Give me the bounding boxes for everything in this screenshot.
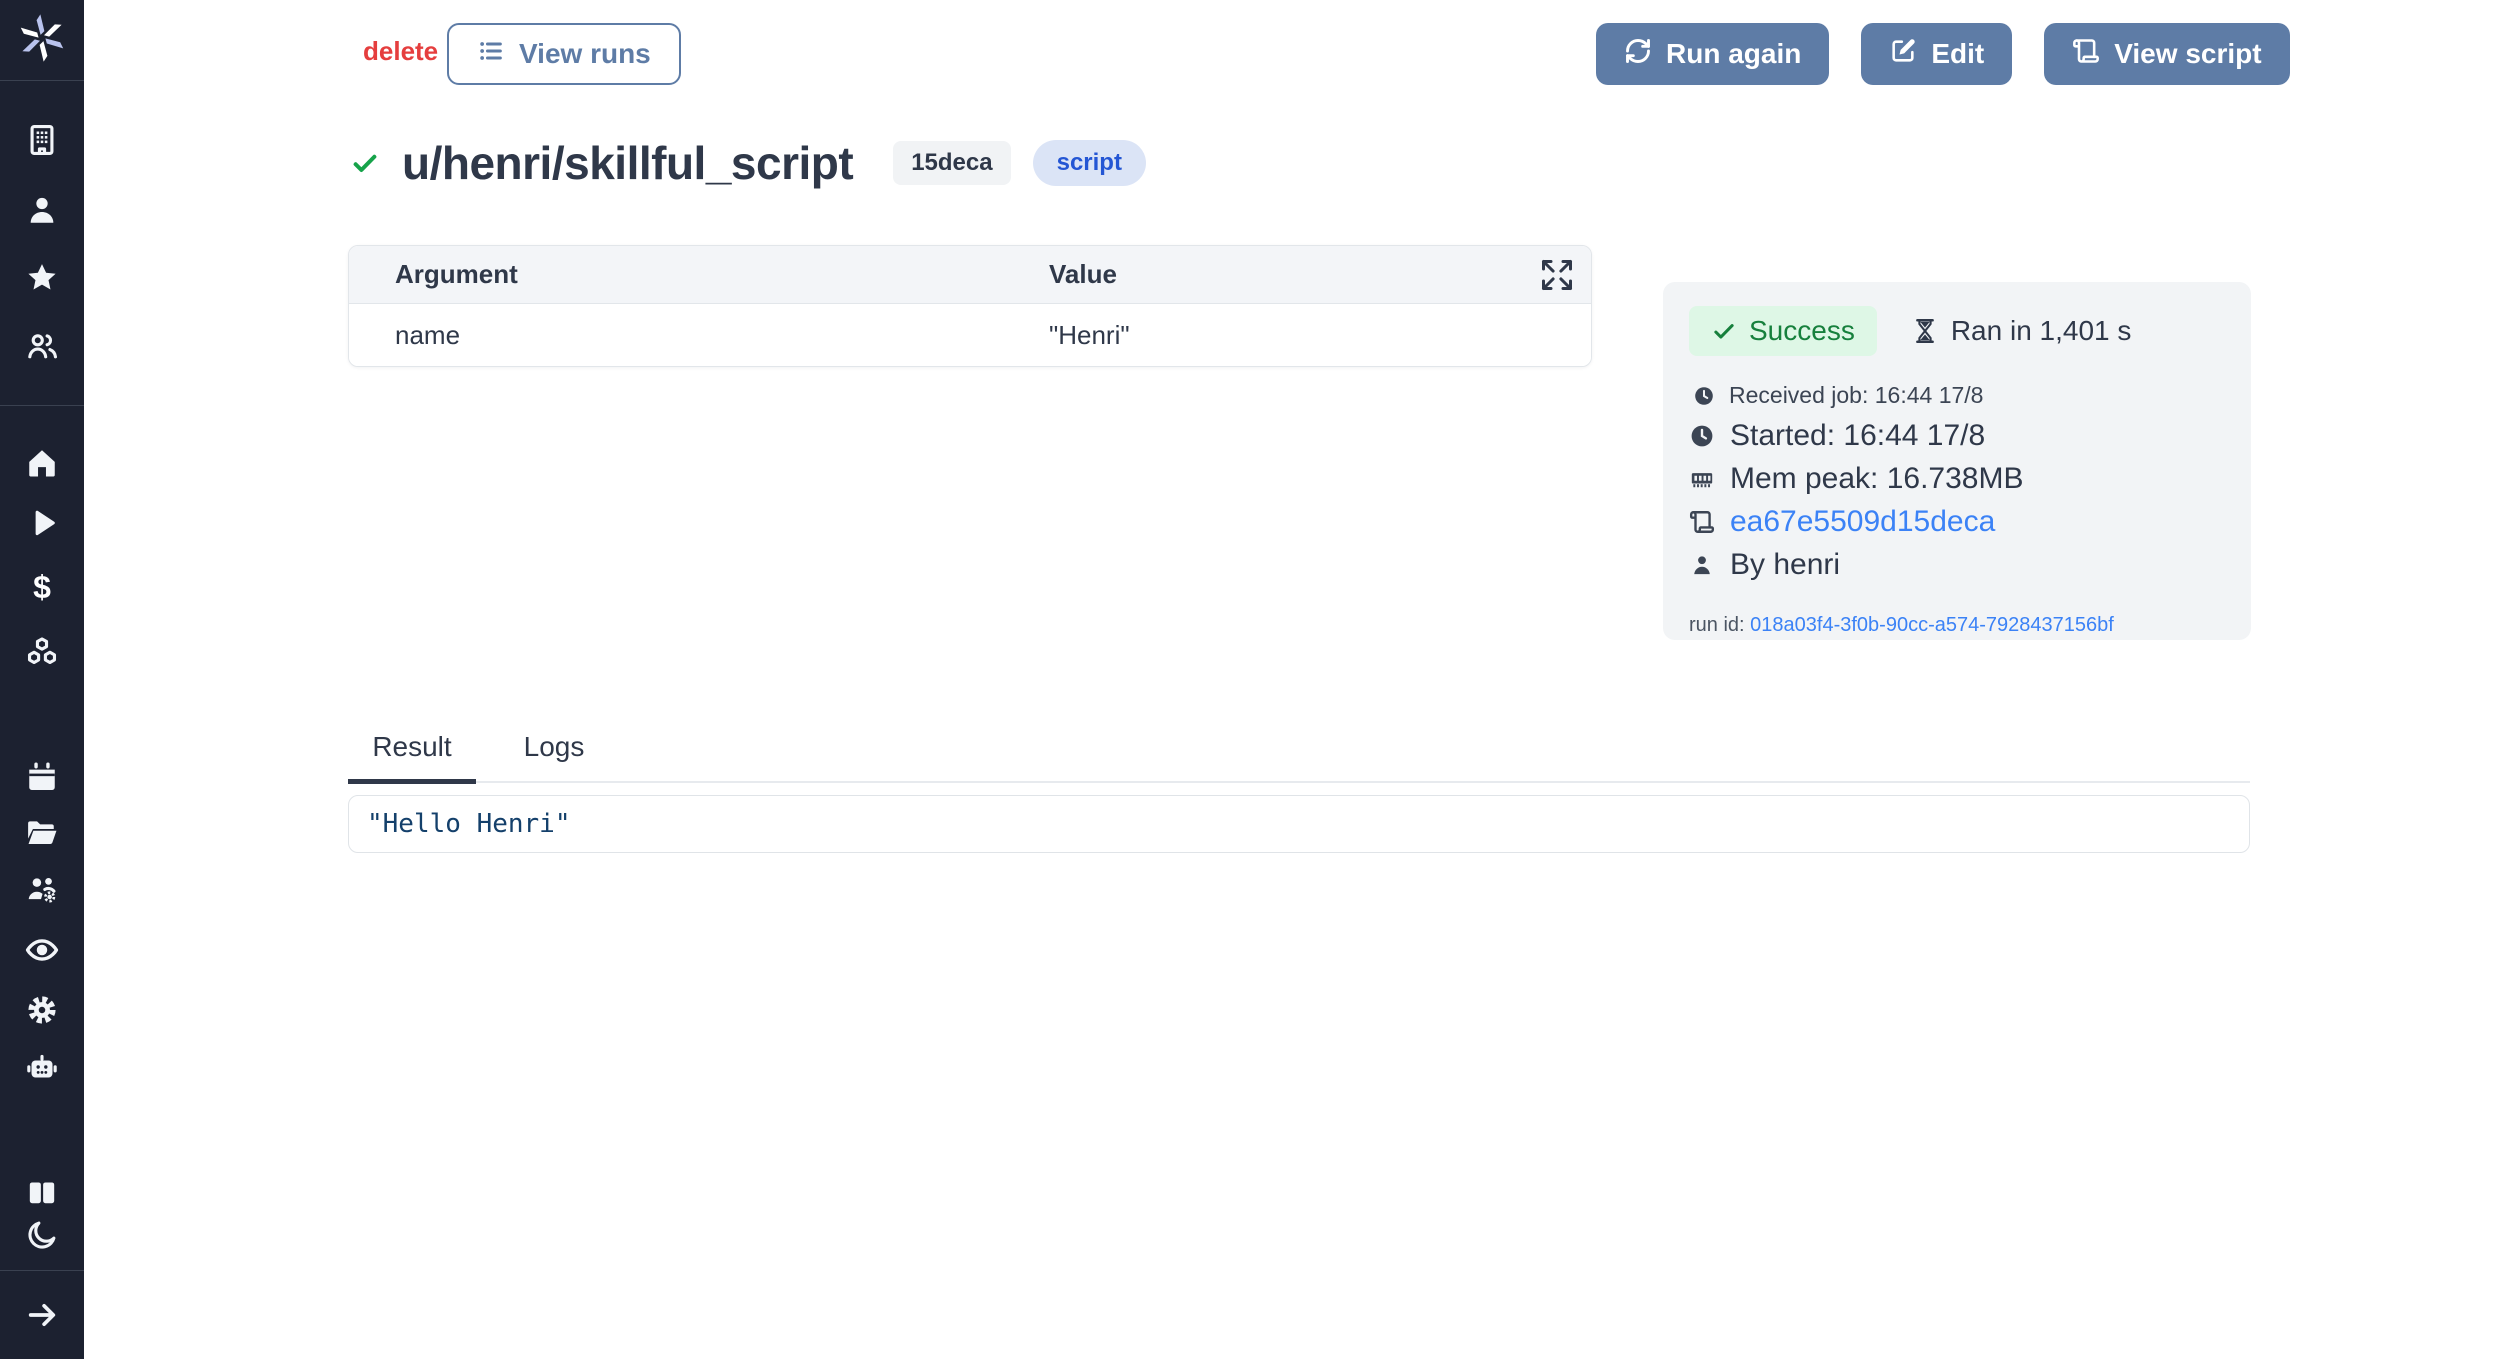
eye-icon[interactable] [25,933,59,967]
user-icon [1689,552,1715,578]
argument-name: name [349,320,1049,351]
duration-label: Ran in 1,401 s [1951,315,2132,347]
refresh-icon [1624,37,1652,72]
dollar-icon[interactable]: $ [25,570,59,604]
hourglass-icon [1911,317,1939,345]
result-viewer: "Hello Henri" [348,795,2250,853]
kind-badge: script [1033,140,1146,186]
user-icon[interactable] [25,193,59,227]
script-hash-row: ea67e5509d15deca [1689,505,2217,539]
view-script-button[interactable]: View script [2044,23,2289,85]
argument-value: "Henri" [1049,320,1591,351]
title-row: u/henri/skillful_script 15deca script [350,136,1146,190]
tab-result[interactable]: Result [348,731,476,784]
column-value: Value [1049,259,1591,290]
author-row: By henri [1689,548,2217,582]
robot-icon[interactable] [25,1050,59,1084]
tab-logs[interactable]: Logs [508,731,600,781]
received-label: Received job: 16:44 17/8 [1729,382,1983,409]
arguments-table-header: Argument Value [349,246,1591,304]
started-row: Started: 16:44 17/8 [1689,419,2217,453]
building-icon[interactable] [25,123,59,157]
run-id-label: run id: [1689,614,1745,636]
started-label: Started: 16:44 17/8 [1730,419,1985,453]
clock-icon [1689,423,1715,449]
mem-peak-label: Mem peak: 16.738MB [1730,462,2023,496]
sidebar-divider [0,1270,84,1271]
home-icon[interactable] [25,446,59,480]
folder-open-icon[interactable] [25,816,59,850]
arguments-table: Argument Value name "Henri" [348,245,1592,367]
sidebar-divider [0,80,84,81]
success-check-icon [350,148,380,178]
run-id-link[interactable]: 018a03f4-3f0b-90cc-a574-7928437156bf [1750,614,2114,636]
column-argument: Argument [349,259,1049,290]
received-row: Received job: 16:44 17/8 [1693,382,2217,409]
run-id-row: run id: 018a03f4-3f0b-90cc-a574-79284371… [1689,614,2217,637]
boxes-icon[interactable] [25,635,59,669]
memory-icon [1689,466,1715,492]
dollar-glyph: $ [25,570,59,604]
clock-icon [1693,385,1715,407]
windmill-logo-icon[interactable] [18,14,66,62]
status-badge: Success [1689,306,1877,356]
mem-peak-row: Mem peak: 16.738MB [1689,462,2217,496]
delete-button[interactable]: delete [363,36,438,67]
result-value: "Hello Henri" [349,809,571,839]
sidebar-divider [0,405,84,406]
run-again-button[interactable]: Run again [1596,23,1829,85]
script-hash-link[interactable]: ea67e5509d15deca [1730,505,1995,539]
result-tabs: Result Logs [348,731,2250,783]
sidebar: $ [0,0,84,1359]
edit-label: Edit [1931,38,1984,70]
run-info-panel: Success Ran in 1,401 s Received job: 16:… [1663,282,2251,640]
author-label: By henri [1730,548,1840,582]
table-row: name "Henri" [349,304,1591,366]
list-icon [477,37,505,72]
play-icon[interactable] [25,506,59,540]
user-cog-icon[interactable] [25,873,59,907]
scroll-icon [1689,509,1715,535]
edit-icon [1889,37,1917,72]
calendar-icon[interactable] [25,760,59,794]
view-runs-label: View runs [519,38,651,70]
users-icon[interactable] [25,329,59,363]
hash-badge[interactable]: 15deca [893,141,1010,185]
arrow-right-icon[interactable] [25,1298,59,1332]
status-label: Success [1749,315,1855,347]
books-icon[interactable] [25,1176,59,1210]
view-runs-button[interactable]: View runs [447,23,681,85]
expand-icon[interactable] [1539,257,1575,293]
run-again-label: Run again [1666,38,1801,70]
edit-button[interactable]: Edit [1861,23,2012,85]
scroll-icon [2072,37,2100,72]
duration: Ran in 1,401 s [1911,315,2132,347]
view-script-label: View script [2114,38,2261,70]
star-icon[interactable] [25,261,59,295]
page-title: u/henri/skillful_script [402,136,853,190]
moon-icon[interactable] [25,1218,59,1252]
check-icon [1711,318,1737,344]
gear-icon[interactable] [25,993,59,1027]
action-buttons: Run again Edit View script [1596,23,2290,85]
